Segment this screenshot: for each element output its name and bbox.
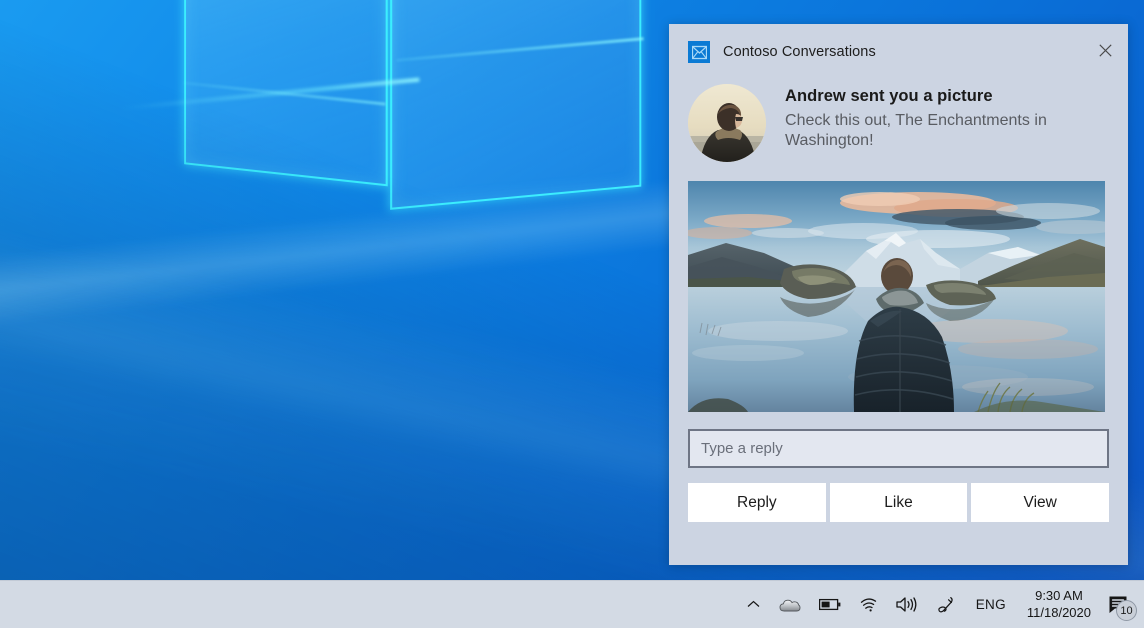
avatar: [688, 84, 766, 162]
toast-notification[interactable]: Contoso Conversations: [669, 24, 1128, 565]
view-button[interactable]: View: [971, 483, 1109, 522]
message-body: Check this out, The Enchantments in Wash…: [785, 111, 1110, 151]
message-title: Andrew sent you a picture: [785, 86, 1110, 107]
message-block: Andrew sent you a picture Check this out…: [785, 84, 1110, 162]
close-icon[interactable]: [1082, 30, 1128, 70]
show-hidden-icons-chevron-icon[interactable]: [737, 581, 770, 628]
clock[interactable]: 9:30 AM 11/18/2020: [1017, 581, 1100, 628]
mountain-lake-reflection-photo[interactable]: [688, 181, 1105, 412]
reply-button[interactable]: Reply: [688, 483, 826, 522]
clock-time: 9:30 AM: [1035, 588, 1083, 604]
app-name-label: Contoso Conversations: [723, 44, 876, 60]
toast-body: Andrew sent you a picture Check this out…: [669, 70, 1128, 162]
notification-badge: 10: [1116, 600, 1137, 621]
action-center-icon[interactable]: 10: [1100, 581, 1144, 628]
onedrive-cloud-icon[interactable]: [770, 581, 810, 628]
language-indicator[interactable]: ENG: [965, 581, 1017, 628]
taskbar: ENG 9:30 AM 11/18/2020 10: [0, 580, 1144, 628]
desktop-screen: Contoso Conversations: [0, 0, 1144, 628]
toast-action-buttons: Reply Like View: [688, 483, 1109, 522]
reply-input[interactable]: [688, 429, 1109, 468]
contoso-envelope-icon: [688, 41, 710, 63]
pen-workspace-icon[interactable]: [927, 581, 965, 628]
battery-icon[interactable]: [810, 581, 850, 628]
system-tray: ENG 9:30 AM 11/18/2020 10: [737, 581, 1144, 628]
wifi-icon[interactable]: [850, 581, 887, 628]
reply-row: [688, 429, 1109, 468]
like-button[interactable]: Like: [830, 483, 968, 522]
toast-header: Contoso Conversations: [669, 24, 1128, 70]
volume-icon[interactable]: [887, 581, 927, 628]
clock-date: 11/18/2020: [1027, 605, 1091, 621]
